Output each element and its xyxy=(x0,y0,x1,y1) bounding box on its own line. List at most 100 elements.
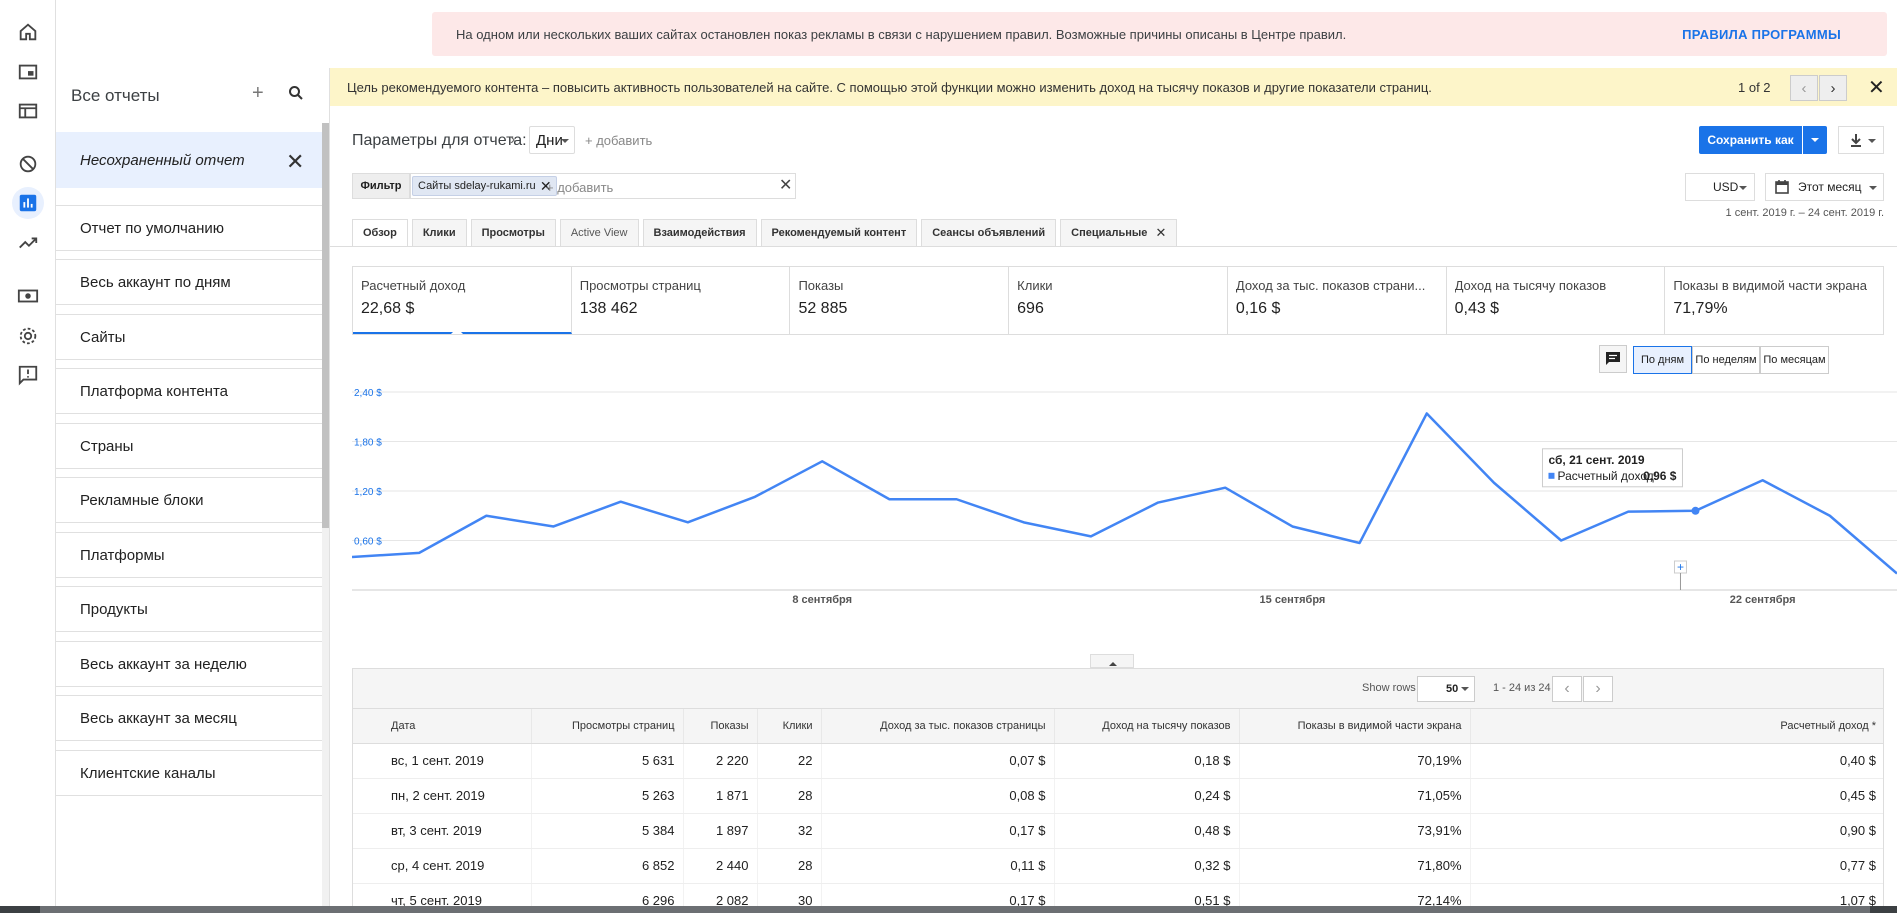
table-row[interactable]: вт, 3 сент. 2019 5 384 1 897 32 0,17 $0,48 $… xyxy=(353,813,1883,849)
home-icon[interactable] xyxy=(12,16,44,48)
hovered-point[interactable] xyxy=(1691,506,1700,515)
block-icon[interactable] xyxy=(12,148,44,180)
report-item-account-daily[interactable]: Весь аккаунт по дням xyxy=(56,259,322,305)
table-row[interactable]: пн, 2 сент. 2019 5 263 1 871 28 0,08 $0,24 $… xyxy=(353,778,1883,814)
tab-ad-sessions[interactable]: Сеансы объявлений xyxy=(921,219,1057,246)
currency-select[interactable]: USD xyxy=(1685,173,1755,201)
optimization-icon[interactable] xyxy=(12,227,44,259)
prev-page-button[interactable]: ‹ xyxy=(1552,676,1582,702)
report-item-account-weekly[interactable]: Весь аккаунт за неделю xyxy=(56,641,322,687)
tab-overview[interactable]: Обзор xyxy=(352,219,408,246)
clear-filter-icon[interactable]: ✕ xyxy=(779,175,792,195)
metric-estimated-earnings[interactable]: Расчетный доход 22,68 $ xyxy=(353,267,572,334)
metric-title: Клики xyxy=(1017,278,1053,293)
calendar-icon xyxy=(1775,179,1789,199)
column-header[interactable]: Дата xyxy=(353,709,532,744)
y-tick-label: 2,40 $ xyxy=(354,388,382,399)
close-icon[interactable]: ✕ xyxy=(286,149,304,175)
metric-clicks[interactable]: Клики 696 xyxy=(1009,267,1228,334)
reports-scrollbar-thumb[interactable] xyxy=(322,123,329,528)
x-tick-label: 15 сентября xyxy=(1260,594,1326,606)
pagination-info: 1 - 24 из 24 xyxy=(1493,682,1551,694)
column-header[interactable]: Доход на тысячу показов xyxy=(1054,709,1240,744)
date-range-text: 1 сент. 2019 г. – 24 сент. 2019 г. xyxy=(1725,207,1884,219)
add-annotation-icon[interactable]: + xyxy=(1677,560,1684,574)
tab-clicks[interactable]: Клики xyxy=(411,219,467,246)
metric-page-rpm[interactable]: Доход за тыс. показов страни... 0,16 $ xyxy=(1228,267,1447,334)
granularity-week-button[interactable]: По неделям xyxy=(1692,346,1760,374)
layout-icon[interactable] xyxy=(12,95,44,127)
add-filter-link[interactable]: + добавить xyxy=(546,180,613,195)
metric-impression-rpm[interactable]: Доход на тысячу показов 0,43 $ xyxy=(1447,267,1666,334)
payments-icon[interactable] xyxy=(12,280,44,312)
metric-title: Доход за тыс. показов страни... xyxy=(1235,278,1426,293)
search-icon[interactable] xyxy=(288,85,304,106)
metric-page-views[interactable]: Просмотры страниц 138 462 xyxy=(572,267,791,334)
granularity-day-button[interactable]: По дням xyxy=(1633,346,1692,374)
table-toolbar: Show rows 50 1 - 24 из 24 ‹ › xyxy=(353,669,1883,709)
x-tick-label: 8 сентября xyxy=(792,594,852,606)
report-item-ad-units[interactable]: Рекламные блоки xyxy=(56,477,322,523)
close-tab-icon[interactable]: ✕ xyxy=(1155,225,1166,241)
tabs-divider xyxy=(330,246,1897,247)
report-item-default[interactable]: Отчет по умолчанию xyxy=(56,205,322,251)
column-header[interactable]: Клики xyxy=(757,709,822,744)
metric-value: 71,79% xyxy=(1673,300,1728,317)
download-button[interactable] xyxy=(1838,126,1884,154)
add-dimension-link[interactable]: + добавить xyxy=(585,133,652,148)
metric-viewability[interactable]: Показы в видимой части экрана 71,79% xyxy=(1665,267,1883,334)
tab-custom[interactable]: Специальные ✕ xyxy=(1060,219,1178,246)
report-item-countries[interactable]: Страны xyxy=(56,423,322,469)
report-item-products[interactable]: Продукты xyxy=(56,586,322,632)
earnings-line-chart: 2,40 $ 1,80 $ 1,20 $ 0,60 $ 8 сентября 15 сен… xyxy=(352,388,1897,606)
tab-matched-content[interactable]: Рекомендуемый контент xyxy=(760,219,918,246)
table-cell: вс, 1 сент. 2019 xyxy=(353,743,532,779)
close-icon[interactable]: ✕ xyxy=(1868,75,1885,100)
metric-impressions[interactable]: Показы 52 885 xyxy=(790,267,1010,334)
save-options-button[interactable] xyxy=(1803,126,1827,154)
report-item-content-platform[interactable]: Платформа контента xyxy=(56,368,322,414)
report-item-sites[interactable]: Сайты xyxy=(56,314,322,360)
tab-views[interactable]: Просмотры xyxy=(470,219,556,246)
reports-header: Все отчеты + xyxy=(56,68,329,123)
policy-link[interactable]: ПРАВИЛА ПРОГРАММЫ xyxy=(1682,27,1841,42)
granularity-month-button[interactable]: По месяцам xyxy=(1760,346,1829,374)
report-item-account-monthly[interactable]: Весь аккаунт за месяц xyxy=(56,695,322,741)
column-header[interactable]: Просмотры страниц xyxy=(531,709,684,744)
table-cell: 0,07 $ xyxy=(821,743,1055,779)
next-page-button[interactable]: › xyxy=(1583,676,1613,702)
table-cell: 28 xyxy=(757,848,822,884)
table-cell: 0,32 $ xyxy=(1054,848,1240,884)
column-header[interactable]: Показы xyxy=(683,709,758,744)
table-cell: 0,90 $ xyxy=(1470,813,1883,849)
table-row[interactable]: ср, 4 сент. 2019 6 852 2 440 28 0,11 $0,32 $… xyxy=(353,848,1883,884)
tab-active-view[interactable]: Active View xyxy=(559,219,639,246)
annotation-button[interactable] xyxy=(1599,345,1627,373)
tab-interactions[interactable]: Взаимодействия xyxy=(642,219,757,246)
content-icon[interactable] xyxy=(12,56,44,88)
filter-chip-site[interactable]: Сайты sdelay-rukami.ru ✕ xyxy=(412,176,557,196)
report-item-platforms[interactable]: Платформы xyxy=(56,532,322,578)
add-report-icon[interactable]: + xyxy=(252,82,264,105)
collapse-chart-button[interactable] xyxy=(1090,654,1134,668)
feedback-icon[interactable] xyxy=(12,359,44,391)
dimension-select[interactable]: Дни xyxy=(529,126,575,154)
column-header[interactable]: Доход за тыс. показов страницы xyxy=(821,709,1055,744)
rows-per-page-select[interactable]: 50 xyxy=(1417,676,1475,702)
y-tick-label: 1,80 $ xyxy=(354,438,382,449)
current-report-label: Несохраненный отчет xyxy=(80,151,245,169)
notice-next-button[interactable]: › xyxy=(1819,75,1847,101)
table-row[interactable]: вс, 1 сент. 2019 5 631 2 220 22 0,07 $0,18 $… xyxy=(353,743,1883,779)
table-cell: 2 220 xyxy=(683,743,758,779)
reports-icon[interactable] xyxy=(12,187,44,219)
save-as-button[interactable]: Сохранить как xyxy=(1699,126,1802,154)
notice-counter: 1 of 2 xyxy=(1738,80,1771,95)
settings-icon[interactable] xyxy=(12,320,44,352)
report-item-custom-channels[interactable]: Клиентские каналы xyxy=(56,750,322,796)
current-report[interactable]: Несохраненный отчет ✕ xyxy=(56,132,322,188)
notice-prev-button[interactable]: ‹ xyxy=(1790,75,1818,101)
column-header[interactable]: Расчетный доход * xyxy=(1470,709,1883,744)
report-params-label: Параметры для отчета: xyxy=(352,132,527,149)
horizontal-scrollbar-thumb[interactable] xyxy=(40,906,1870,913)
column-header[interactable]: Показы в видимой части экрана xyxy=(1239,709,1471,744)
